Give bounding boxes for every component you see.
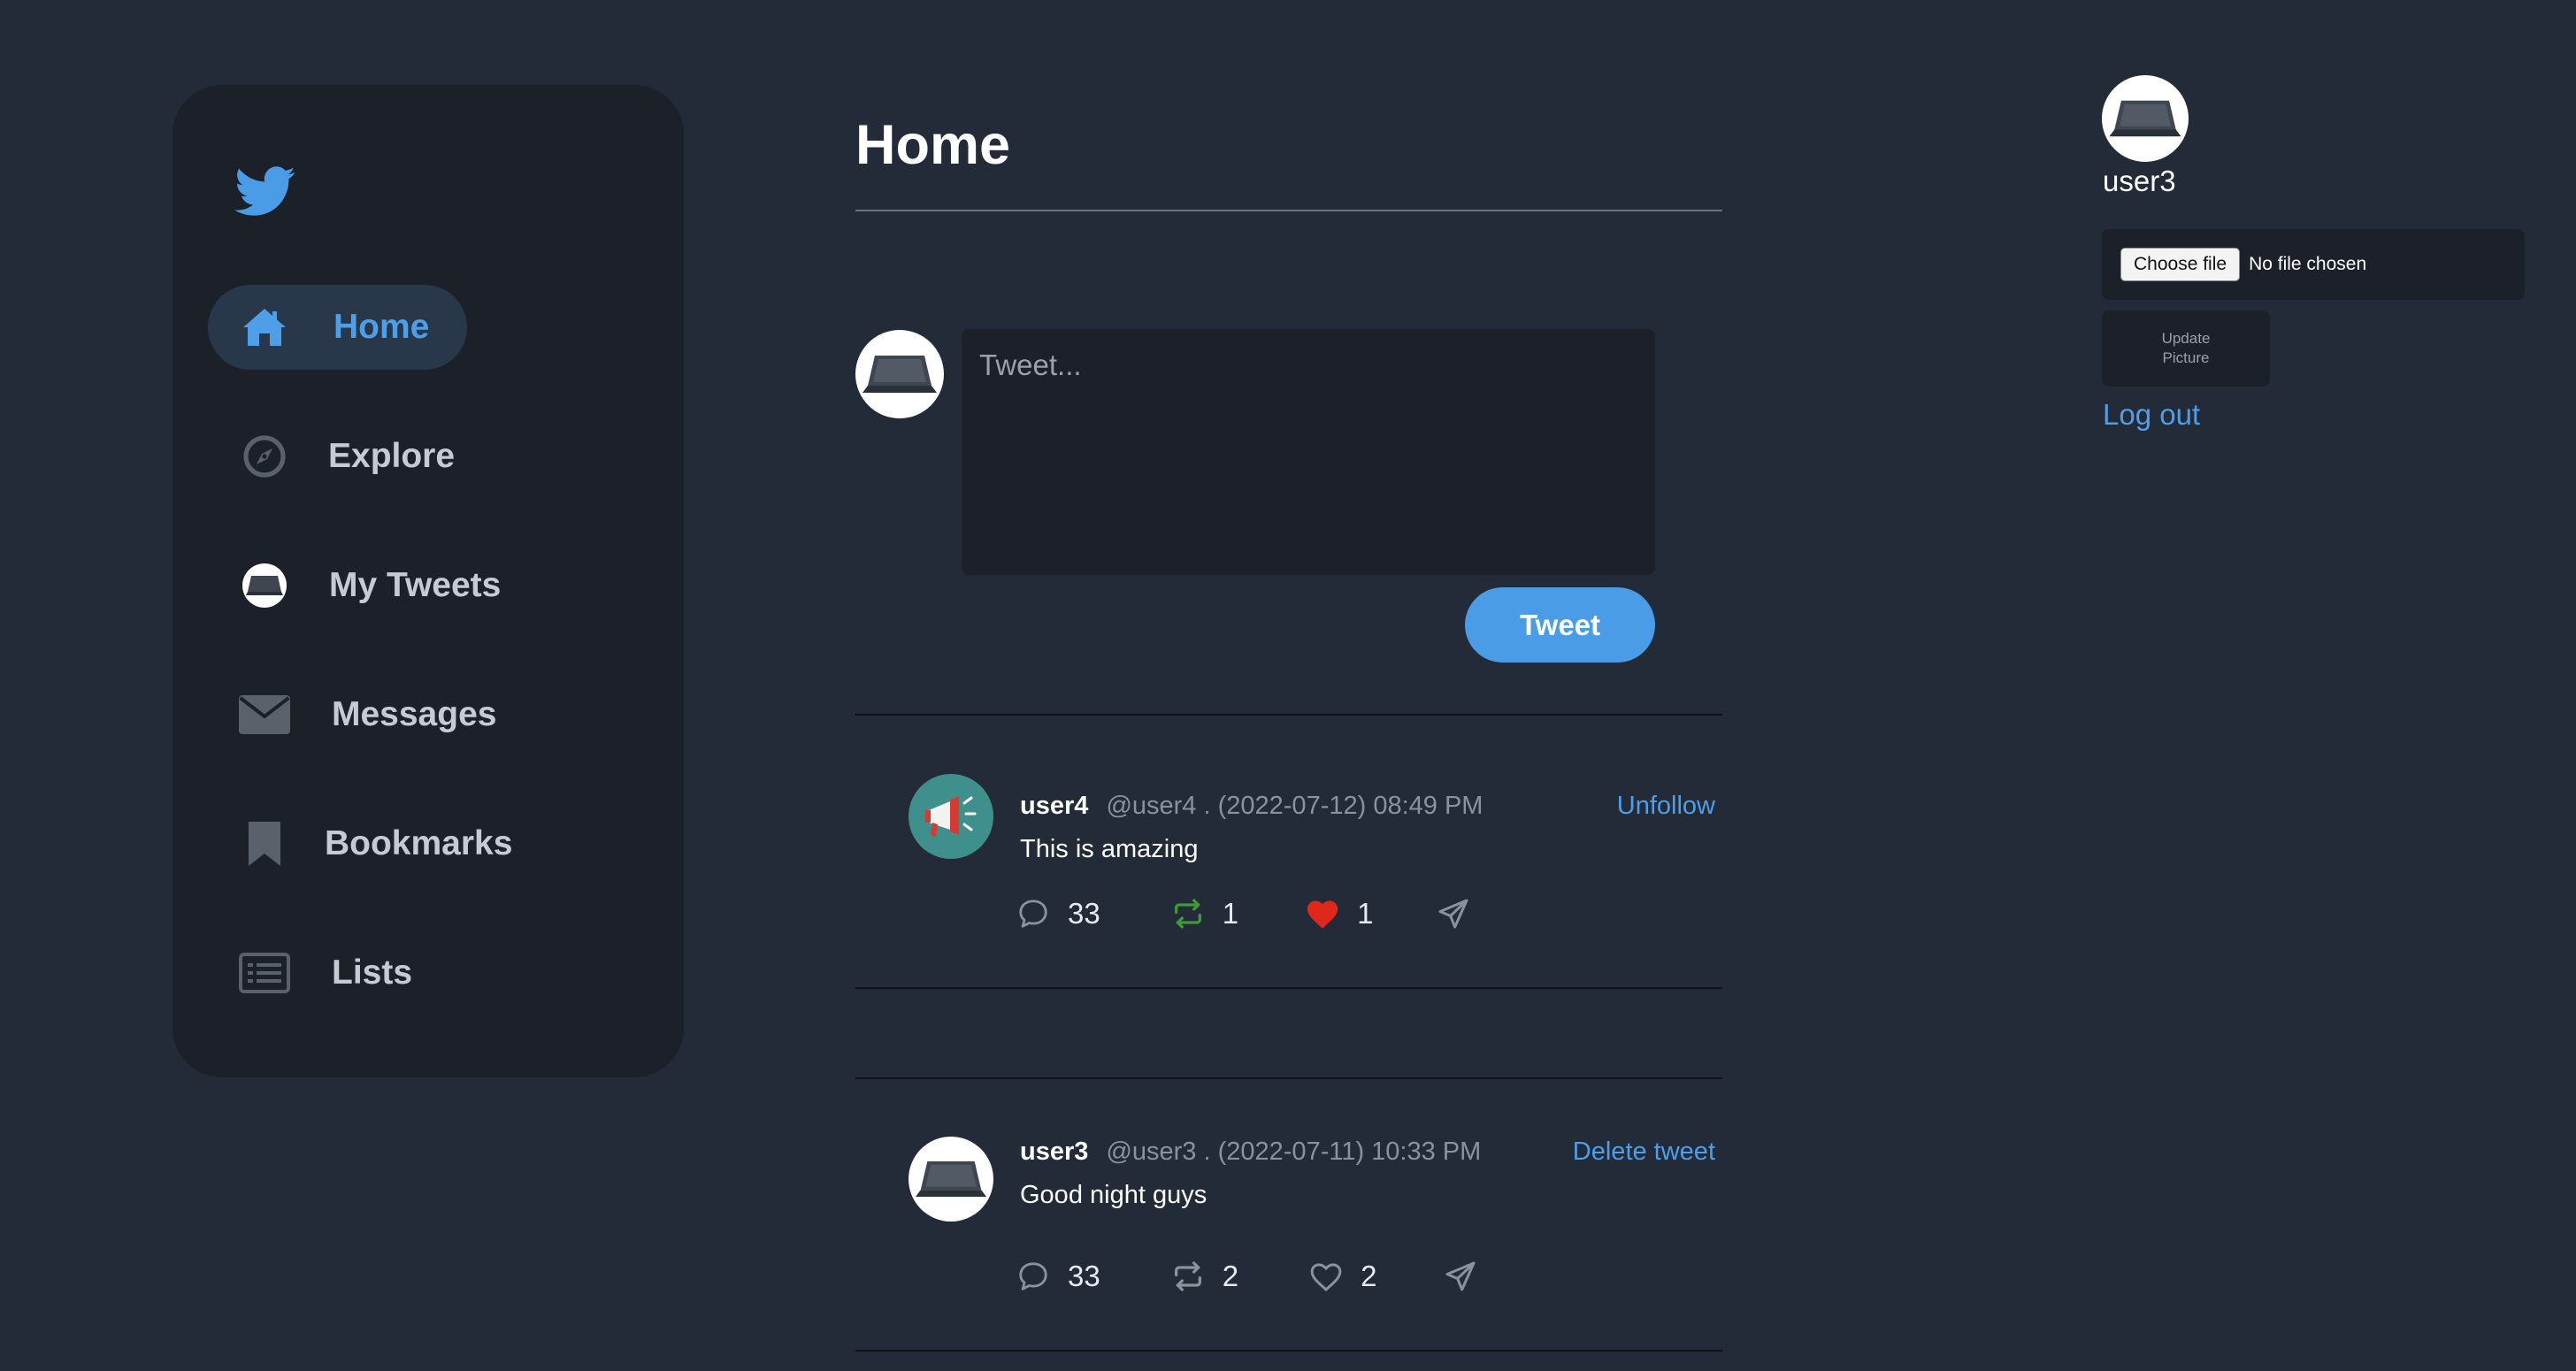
sidebar-item-label: My Tweets (329, 566, 502, 604)
comment-count: 33 (1068, 897, 1100, 930)
comment-count: 33 (1068, 1260, 1100, 1292)
envelope-icon (238, 690, 291, 739)
profile-avatar (2102, 75, 2189, 162)
tweet-avatar[interactable] (908, 774, 993, 859)
title-divider (855, 210, 1722, 211)
megaphone-icon (925, 796, 977, 837)
tweet-header: user4 @user4 . (2022-07-12) 08:49 PM (1020, 792, 1483, 821)
send-icon (1442, 1258, 1479, 1295)
tweet-username[interactable]: user4 (1020, 792, 1088, 820)
sidebar-item-label: Home (334, 308, 430, 346)
tweet-username[interactable]: user3 (1020, 1137, 1088, 1166)
like-button[interactable]: 2 (1307, 1258, 1376, 1295)
like-button[interactable]: 1 (1304, 895, 1373, 932)
file-upload: Choose file No file chosen (2102, 229, 2525, 300)
sidebar-item-label: Bookmarks (325, 824, 513, 862)
tweet-handle-date: @user3 . (2022-07-11) 10:33 PM (1106, 1137, 1482, 1166)
sidebar: Home Explore My Tweets Messages Bookmark… (172, 85, 684, 1077)
retweet-count: 1 (1222, 897, 1239, 930)
sidebar-item-messages[interactable]: Messages (208, 672, 509, 757)
tweet-text: This is amazing (1020, 835, 1199, 863)
tweet-card: user4 @user4 . (2022-07-12) 08:49 PM Unf… (855, 743, 1722, 1008)
send-icon (1435, 895, 1472, 932)
retweet-icon (1169, 895, 1207, 932)
tweet-header: user3 @user3 . (2022-07-11) 10:33 PM (1020, 1137, 1481, 1167)
file-status: No file chosen (2249, 254, 2367, 274)
profile-username: user3 (2103, 165, 2176, 197)
heart-filled-icon (1304, 895, 1341, 932)
compass-icon (238, 432, 291, 481)
compose-avatar (855, 330, 944, 418)
user-avatar-icon (238, 561, 291, 610)
choose-file-button[interactable]: Choose file (2120, 248, 2241, 281)
sidebar-item-lists[interactable]: Lists (208, 931, 467, 1015)
delete-tweet-button[interactable]: Delete tweet (1573, 1137, 1715, 1167)
update-picture-button[interactable]: Update Picture (2102, 310, 2270, 387)
retweet-count: 2 (1222, 1260, 1239, 1292)
comment-button[interactable]: 33 (1015, 895, 1100, 932)
retweet-button[interactable]: 1 (1169, 895, 1238, 932)
sidebar-item-label: Explore (328, 437, 456, 475)
divider (855, 1077, 1722, 1079)
list-icon (238, 948, 291, 998)
page-title: Home (855, 114, 1011, 176)
share-button[interactable] (1442, 1258, 1479, 1295)
tweet-avatar[interactable] (908, 1137, 993, 1222)
like-count: 1 (1357, 897, 1374, 930)
sidebar-item-label: Lists (332, 954, 413, 992)
tweet-card: user3 @user3 . (2022-07-11) 10:33 PM Del… (855, 1106, 1722, 1371)
tweet-handle-date: @user4 . (2022-07-12) 08:49 PM (1106, 792, 1484, 820)
retweet-icon (1169, 1258, 1207, 1295)
like-count: 2 (1361, 1260, 1377, 1292)
tweet-actions: 33 1 1 (1015, 892, 1472, 936)
laptop-icon (862, 356, 937, 393)
heart-outline-icon (1307, 1258, 1345, 1295)
laptop-icon (2109, 100, 2181, 137)
tweet-text: Good night guys (1020, 1181, 1208, 1209)
sidebar-item-bookmarks[interactable]: Bookmarks (208, 801, 513, 886)
bookmark-icon (238, 819, 291, 869)
sidebar-item-label: Messages (332, 695, 497, 733)
twitter-bird-icon[interactable] (234, 166, 296, 218)
unfollow-button[interactable]: Unfollow (1617, 792, 1715, 821)
divider (855, 1350, 1722, 1352)
comment-icon (1015, 895, 1052, 932)
tweet-compose-input[interactable] (962, 329, 1655, 575)
comment-button[interactable]: 33 (1015, 1258, 1100, 1295)
logout-link[interactable]: Log out (2103, 398, 2200, 432)
divider (855, 987, 1722, 989)
home-icon (238, 303, 291, 352)
retweet-button[interactable]: 2 (1169, 1258, 1238, 1295)
laptop-icon (916, 1161, 986, 1197)
share-button[interactable] (1435, 895, 1472, 932)
comment-icon (1015, 1258, 1052, 1295)
sidebar-item-explore[interactable]: Explore (208, 414, 467, 499)
divider (855, 714, 1722, 716)
tweet-actions: 33 2 2 (1015, 1254, 1479, 1298)
sidebar-item-home[interactable]: Home (208, 285, 467, 370)
sidebar-item-my-tweets[interactable]: My Tweets (208, 543, 509, 628)
tweet-button[interactable]: Tweet (1465, 587, 1655, 663)
